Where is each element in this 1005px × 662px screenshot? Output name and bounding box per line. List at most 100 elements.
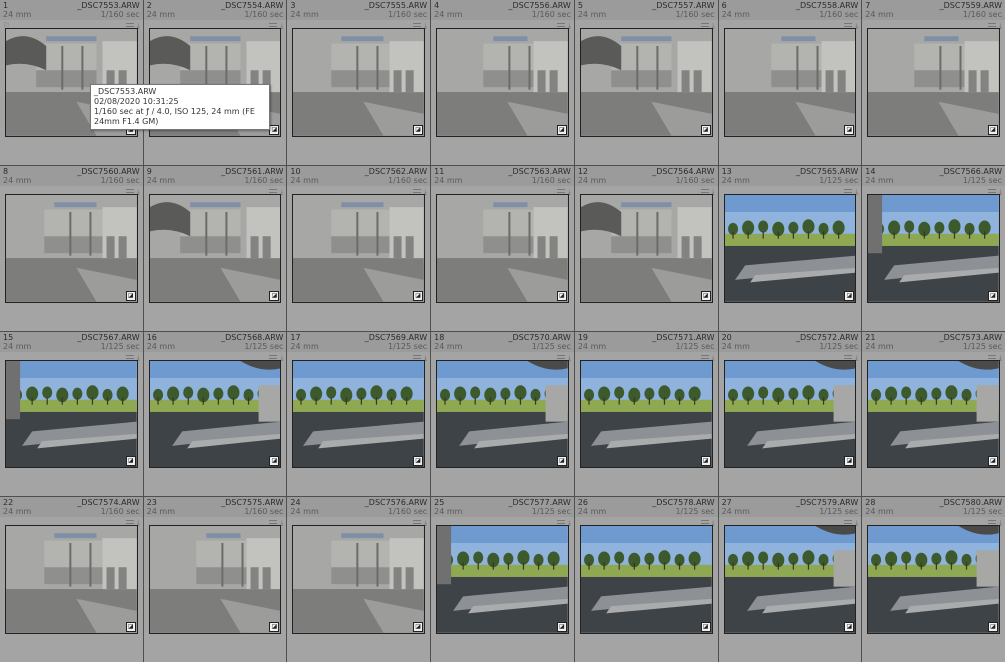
photo-thumbnail[interactable]: ◪ xyxy=(5,193,138,303)
thumbnail-cell[interactable]: 21 _DSC7573.ARW 24 mm 1/125 sec ⤓ ◪ xyxy=(862,331,1005,497)
thumbnail-cell[interactable]: 24 _DSC7576.ARW 24 mm 1/160 sec ⤓ ◪ xyxy=(287,497,431,662)
develop-adjusted-icon[interactable]: ◪ xyxy=(125,290,136,301)
thumbnail-cell[interactable]: 12 _DSC7564.ARW 24 mm 1/160 sec ⤓ ◪ xyxy=(574,165,718,331)
cell-shutter-speed: 1/125 sec xyxy=(100,341,140,351)
thumbnail-cell[interactable]: 3 _DSC7555.ARW 24 mm 1/160 sec ⤓ ◪ xyxy=(287,0,431,165)
thumbnail-cell[interactable]: 4 _DSC7556.ARW 24 mm 1/160 sec ⤓ ◪ xyxy=(431,0,574,165)
develop-adjusted-icon[interactable]: ◪ xyxy=(413,124,424,135)
thumbnail-cell[interactable]: 9 _DSC7561.ARW 24 mm 1/160 sec ⤓ ◪ xyxy=(143,165,287,331)
cell-header: 2 _DSC7554.ARW 24 mm 1/160 sec xyxy=(143,0,287,20)
photo-thumbnail[interactable]: ◪ xyxy=(292,525,426,634)
cell-header: 15 _DSC7567.ARW 24 mm 1/125 sec xyxy=(0,331,143,352)
develop-adjusted-icon[interactable]: ◪ xyxy=(844,622,855,632)
cell-focal-length: 24 mm xyxy=(865,10,894,19)
thumbnail-cell[interactable]: 7 _DSC7559.ARW 24 mm 1/160 sec ⤓ ◪ xyxy=(862,0,1005,165)
develop-adjusted-icon[interactable]: ◪ xyxy=(125,622,136,632)
thumbnail-cell[interactable]: 14 _DSC7566.ARW 24 mm 1/125 sec ⤓ ◪ xyxy=(862,165,1005,331)
photo-thumbnail[interactable]: ◪ xyxy=(436,359,569,469)
cell-header: 26 _DSC7578.ARW 24 mm 1/125 sec xyxy=(574,497,718,518)
thumbnail-cell[interactable]: 16 _DSC7568.ARW 24 mm 1/125 sec ⤓ ◪ xyxy=(143,331,287,497)
develop-adjusted-icon[interactable]: ◪ xyxy=(413,290,424,301)
thumbnail-cell[interactable]: 23 _DSC7575.ARW 24 mm 1/160 sec ⤓ ◪ xyxy=(143,497,287,662)
photo-thumbnail[interactable]: ◪ xyxy=(579,525,713,634)
develop-adjusted-icon[interactable]: ◪ xyxy=(987,124,998,135)
cell-shutter-speed: 1/125 sec xyxy=(819,507,859,517)
develop-adjusted-icon[interactable]: ◪ xyxy=(125,456,136,467)
develop-adjusted-icon[interactable]: ◪ xyxy=(700,456,711,467)
cell-shutter-speed: 1/160 sec xyxy=(388,507,428,517)
photo-thumbnail[interactable]: ◪ xyxy=(148,525,282,634)
develop-adjusted-icon[interactable]: ◪ xyxy=(987,290,998,301)
develop-adjusted-icon[interactable]: ◪ xyxy=(556,290,567,301)
photo-thumbnail[interactable]: ◪ xyxy=(579,28,713,137)
develop-adjusted-icon[interactable]: ◪ xyxy=(700,124,711,135)
photo-thumbnail[interactable]: ◪ xyxy=(867,28,1000,137)
photo-thumbnail[interactable]: ◪ xyxy=(436,525,569,634)
thumbnail-cell[interactable]: 6 _DSC7558.ARW 24 mm 1/160 sec ⤓ ◪ xyxy=(718,0,862,165)
develop-adjusted-icon[interactable]: ◪ xyxy=(987,456,998,467)
cell-shutter-speed: 1/125 sec xyxy=(962,175,1002,185)
thumbnail-cell[interactable]: 25 _DSC7577.ARW 24 mm 1/125 sec ⤓ ◪ xyxy=(431,497,574,662)
thumbnail-cell[interactable]: 10 _DSC7562.ARW 24 mm 1/160 sec ⤓ ◪ xyxy=(287,165,431,331)
thumbnail-cell[interactable]: 1 _DSC7553.ARW 24 mm 1/160 sec ⚐ ⤓ ◪ xyxy=(0,0,143,165)
develop-adjusted-icon[interactable]: ◪ xyxy=(269,622,280,632)
cell-shutter-speed: 1/125 sec xyxy=(819,175,859,185)
photo-thumbnail[interactable]: ◪ xyxy=(579,359,713,469)
develop-adjusted-icon[interactable]: ◪ xyxy=(413,456,424,467)
develop-adjusted-icon[interactable]: ◪ xyxy=(556,456,567,467)
photo-thumbnail[interactable]: ◪ xyxy=(5,525,138,634)
photo-thumbnail[interactable]: ◪ xyxy=(579,193,713,303)
thumbnail-cell[interactable]: 2 _DSC7554.ARW 24 mm 1/160 sec ⤓ ◪ xyxy=(143,0,287,165)
thumbnail-cell[interactable]: 19 _DSC7571.ARW 24 mm 1/125 sec ⤓ ◪ xyxy=(574,331,718,497)
photo-thumbnail[interactable]: ◪ xyxy=(867,359,1000,469)
photo-thumbnail[interactable]: ◪ xyxy=(5,359,138,469)
develop-adjusted-icon[interactable]: ◪ xyxy=(844,456,855,467)
develop-adjusted-icon[interactable]: ◪ xyxy=(987,622,998,632)
cell-focal-length: 24 mm xyxy=(290,10,319,19)
thumbnail-cell[interactable]: 11 _DSC7563.ARW 24 mm 1/160 sec ⤓ ◪ xyxy=(431,165,574,331)
thumbnail-cell[interactable]: 28 _DSC7580.ARW 24 mm 1/125 sec ⤓ ◪ xyxy=(862,497,1005,662)
cell-header: 7 _DSC7559.ARW 24 mm 1/160 sec xyxy=(862,0,1005,20)
photo-thumbnail[interactable]: ◪ xyxy=(292,359,426,469)
photo-thumbnail[interactable]: ◪ xyxy=(867,193,1000,303)
develop-adjusted-icon[interactable]: ◪ xyxy=(700,622,711,632)
thumbnail-cell[interactable]: 5 _DSC7557.ARW 24 mm 1/160 sec ⤓ ◪ xyxy=(574,0,718,165)
cell-header: 25 _DSC7577.ARW 24 mm 1/125 sec xyxy=(431,497,574,518)
develop-adjusted-icon[interactable]: ◪ xyxy=(700,290,711,301)
thumbnail-cell[interactable]: 17 _DSC7569.ARW 24 mm 1/125 sec ⤓ ◪ xyxy=(287,331,431,497)
photo-thumbnail[interactable]: ◪ xyxy=(148,359,282,469)
tooltip-date: 02/08/2020 10:31:25 xyxy=(94,97,179,106)
cell-focal-length: 24 mm xyxy=(290,341,319,351)
develop-adjusted-icon[interactable]: ◪ xyxy=(413,622,424,632)
develop-adjusted-icon[interactable]: ◪ xyxy=(269,290,280,301)
photo-thumbnail[interactable]: ◪ xyxy=(867,525,1000,634)
thumbnail-cell[interactable]: 13 _DSC7565.ARW 24 mm 1/125 sec ⤓ ◪ xyxy=(718,165,862,331)
cell-focal-length: 24 mm xyxy=(146,341,176,351)
cell-focal-length: 24 mm xyxy=(3,10,32,19)
develop-adjusted-icon[interactable]: ◪ xyxy=(844,290,855,301)
photo-thumbnail[interactable]: ◪ xyxy=(148,193,282,303)
thumbnail-cell[interactable]: 22 _DSC7574.ARW 24 mm 1/160 sec ⤓ ◪ xyxy=(0,497,143,662)
develop-adjusted-icon[interactable]: ◪ xyxy=(269,124,280,135)
cell-focal-length: 24 mm xyxy=(577,10,607,19)
photo-thumbnail[interactable]: ◪ xyxy=(436,28,569,137)
photo-thumbnail[interactable]: ◪ xyxy=(723,525,857,634)
develop-adjusted-icon[interactable]: ◪ xyxy=(556,124,567,135)
cell-focal-length: 24 mm xyxy=(721,10,750,19)
thumbnail-cell[interactable]: 15 _DSC7567.ARW 24 mm 1/125 sec ⤓ ◪ xyxy=(0,331,143,497)
photo-thumbnail[interactable]: ◪ xyxy=(723,359,857,469)
thumbnail-cell[interactable]: 27 _DSC7579.ARW 24 mm 1/125 sec ⤓ ◪ xyxy=(718,497,862,662)
photo-thumbnail[interactable]: ◪ xyxy=(436,193,569,303)
thumbnail-cell[interactable]: 20 _DSC7572.ARW 24 mm 1/125 sec ⤓ ◪ xyxy=(718,331,862,497)
develop-adjusted-icon[interactable]: ◪ xyxy=(556,622,567,632)
thumbnail-cell[interactable]: 8 _DSC7560.ARW 24 mm 1/160 sec ⤓ ◪ xyxy=(0,165,143,331)
photo-thumbnail[interactable]: ◪ xyxy=(292,28,426,137)
photo-thumbnail[interactable]: ◪ xyxy=(723,28,857,137)
develop-adjusted-icon[interactable]: ◪ xyxy=(269,456,280,467)
thumbnail-cell[interactable]: 26 _DSC7578.ARW 24 mm 1/125 sec ⤓ ◪ xyxy=(574,497,718,662)
thumbnail-cell[interactable]: 18 _DSC7570.ARW 24 mm 1/125 sec ⤓ ◪ xyxy=(431,331,574,497)
photo-thumbnail[interactable]: ◪ xyxy=(292,193,426,303)
cell-header: 28 _DSC7580.ARW 24 mm 1/125 sec xyxy=(862,497,1005,518)
develop-adjusted-icon[interactable]: ◪ xyxy=(844,124,855,135)
photo-thumbnail[interactable]: ◪ xyxy=(723,193,857,303)
